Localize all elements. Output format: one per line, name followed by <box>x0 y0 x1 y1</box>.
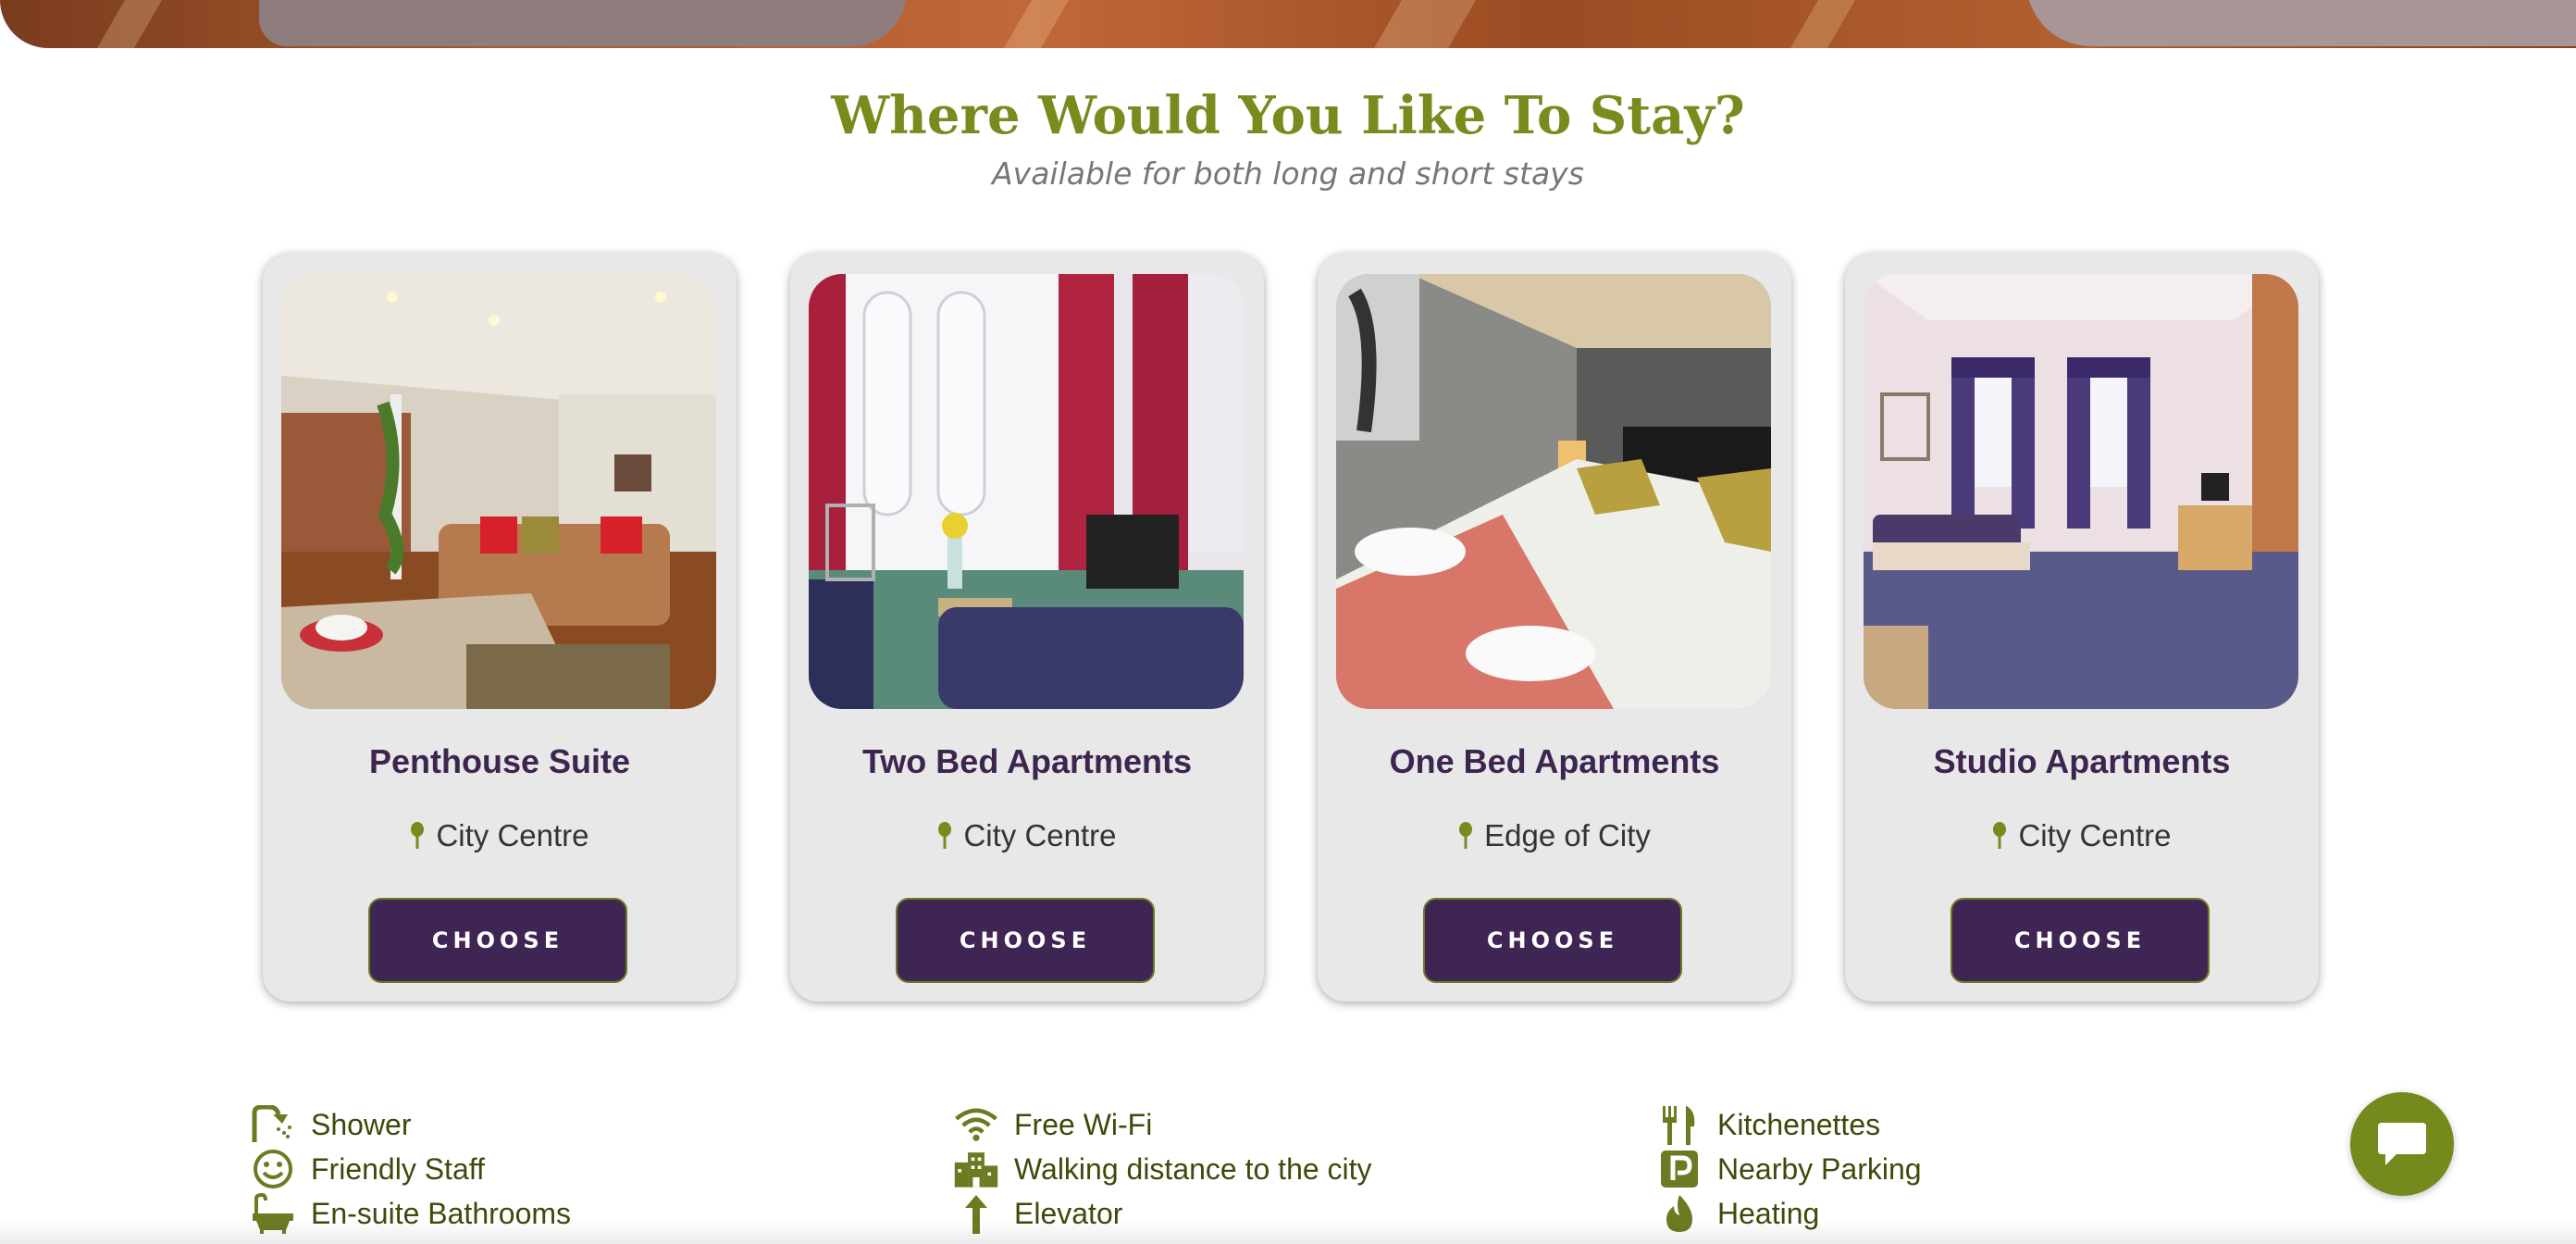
wifi-icon <box>953 1104 999 1145</box>
property-location: Edge of City <box>1318 818 1791 853</box>
choose-button[interactable]: CHOOSE <box>896 898 1155 983</box>
property-card-one-bed: One Bed Apartments Edge of City CHOOSE <box>1318 254 1791 1001</box>
section-title: Where Would You Like To Stay? <box>831 85 1745 146</box>
choose-button[interactable]: CHOOSE <box>1423 898 1682 983</box>
amenity-label: Free Wi-Fi <box>1014 1107 1153 1141</box>
choose-button[interactable]: CHOOSE <box>1951 898 2210 983</box>
property-card-studio: Studio Apartments City Centre CHOOSE <box>1845 254 2319 1001</box>
amenity-label: Shower <box>311 1107 412 1141</box>
city-icon <box>953 1149 999 1189</box>
property-name: Studio Apartments <box>1933 742 2231 780</box>
property-photo[interactable] <box>281 274 716 709</box>
page-fold-shadow <box>0 1220 2576 1244</box>
map-pin-icon <box>1459 822 1473 849</box>
property-location: City Centre <box>1845 818 2319 853</box>
amenity-friendly-staff: Friendly Staff <box>250 1149 485 1189</box>
amenity-label: Kitchenettes <box>1717 1107 1881 1141</box>
section-subtitle: Available for both long and short stays <box>992 156 1584 192</box>
amenity-walking-distance: Walking distance to the city <box>953 1149 1372 1189</box>
hero-image-strip <box>0 0 2576 48</box>
location-label: City Centre <box>963 818 1117 852</box>
property-photo[interactable] <box>809 274 1244 709</box>
property-location: City Centre <box>790 818 1264 853</box>
chat-bubble-icon <box>2378 1123 2426 1165</box>
map-pin-icon <box>1993 822 2007 849</box>
amenity-label: Walking distance to the city <box>1014 1151 1372 1186</box>
property-card-two-bed: Two Bed Apartments City Centre CHOOSE <box>790 254 1264 1001</box>
amenity-wifi: Free Wi-Fi <box>953 1104 1152 1145</box>
location-label: City Centre <box>436 818 589 852</box>
amenity-kitchenettes: Kitchenettes <box>1656 1104 1880 1145</box>
parking-icon <box>1656 1149 1703 1189</box>
property-card-penthouse: Penthouse Suite City Centre CHOOSE <box>263 254 737 1001</box>
property-name: One Bed Apartments <box>1389 742 1720 780</box>
choose-button[interactable]: CHOOSE <box>368 898 627 983</box>
map-pin-icon <box>938 822 952 849</box>
location-label: City Centre <box>2018 818 2172 852</box>
property-name: Penthouse Suite <box>368 742 631 780</box>
property-location: City Centre <box>263 818 737 853</box>
chat-button[interactable] <box>2350 1092 2454 1196</box>
property-photo[interactable] <box>1336 274 1771 709</box>
utensils-icon <box>1656 1104 1703 1145</box>
smiley-icon <box>250 1149 296 1189</box>
amenity-label: Nearby Parking <box>1717 1151 1922 1186</box>
amenity-label: Friendly Staff <box>311 1151 485 1186</box>
amenity-shower: Shower <box>250 1104 412 1145</box>
property-name: Two Bed Apartments <box>861 742 1193 780</box>
shower-icon <box>250 1104 296 1145</box>
property-photo[interactable] <box>1864 274 2298 709</box>
location-label: Edge of City <box>1484 818 1651 852</box>
map-pin-icon <box>411 822 425 849</box>
amenity-parking: Nearby Parking <box>1656 1149 1922 1189</box>
